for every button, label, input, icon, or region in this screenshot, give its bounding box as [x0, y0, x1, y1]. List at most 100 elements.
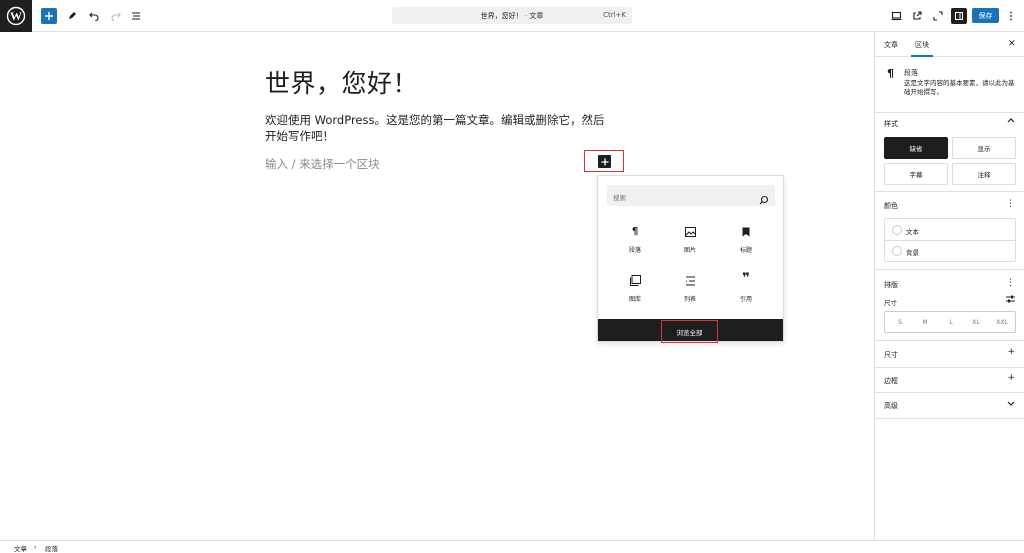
breadcrumb-paragraph[interactable]: 段落	[45, 543, 58, 553]
editor-canvas: 世界，您好！ 欢迎使用 WordPress。这是您的第一篇文章。编辑或删除它，然…	[0, 32, 874, 540]
more-vertical-icon[interactable]: ⋮	[1006, 278, 1015, 288]
color-option-background[interactable]: 背景	[885, 240, 1015, 262]
breadcrumb-separator: ›	[34, 543, 37, 551]
wordpress-logo-icon[interactable]: W	[0, 0, 32, 32]
list-icon	[670, 268, 710, 286]
color-panel: 颜色 ⋮ 文本 背景	[875, 192, 1024, 270]
settings-sidebar-toggle[interactable]	[951, 8, 967, 24]
chevron-up-icon[interactable]	[1007, 116, 1015, 126]
block-item-gallery[interactable]: 图库	[615, 268, 655, 308]
settings-sidebar: 文章 区块 ✕ ¶ 段落 这是文字内容的基本要素，请以此为基础开始撰写。 样式 …	[874, 32, 1024, 540]
advanced-panel-title: 高级	[884, 402, 898, 410]
font-size-l[interactable]: L	[938, 319, 964, 326]
heading-icon	[726, 219, 766, 237]
font-size-picker: S M L XL XXL	[884, 311, 1016, 333]
fullscreen-button[interactable]	[930, 8, 946, 24]
redo-button[interactable]	[108, 8, 124, 24]
styles-panel: 样式 缺省 显示 字幕 注释	[875, 113, 1024, 192]
advanced-panel[interactable]: 高级	[875, 393, 1024, 419]
inserter-footer: 浏览全部	[598, 319, 783, 343]
svg-text:W: W	[10, 9, 22, 23]
color-swatch	[892, 246, 902, 256]
font-size-xxl[interactable]: XXL	[989, 319, 1015, 326]
dimensions-panel[interactable]: 尺寸 +	[875, 341, 1024, 368]
gallery-icon	[615, 268, 655, 286]
block-card-description: 这是文字内容的基本要素，请以此为基础开始撰写。	[904, 79, 1015, 96]
more-vertical-icon	[1010, 11, 1012, 21]
style-annotation-button[interactable]: 注释	[952, 163, 1016, 185]
save-button[interactable]: 保存	[972, 8, 999, 23]
dimensions-panel-title: 尺寸	[884, 351, 898, 359]
block-item-label: 列表	[683, 296, 696, 303]
block-item-label: 段落	[628, 247, 641, 254]
inline-inserter-highlight	[584, 150, 624, 172]
block-item-quote[interactable]: ❞ 引用	[726, 268, 766, 308]
pen-icon	[69, 12, 76, 19]
command-shortcut: Ctrl+K	[603, 11, 626, 19]
browse-all-button[interactable]: 浏览全部	[661, 320, 718, 343]
empty-block-placeholder[interactable]: 输入 / 来选择一个区块	[265, 156, 380, 172]
paragraph-icon: ¶	[887, 67, 894, 80]
style-default-button[interactable]: 缺省	[884, 137, 948, 159]
color-option-text[interactable]: 文本	[885, 219, 1015, 241]
typography-panel: 排版 ⋮ 尺寸 S M L XL XXL	[875, 270, 1024, 341]
editor-top-toolbar: W 世界，您好！ · 文章 Ctrl+K 保存	[0, 0, 1024, 32]
paragraph-block[interactable]: 欢迎使用 WordPress。这是您的第一篇文章。编辑或删除它，然后开始写作吧！	[265, 112, 610, 144]
block-card-title: 段落	[904, 69, 918, 77]
document-overview-button[interactable]	[128, 8, 144, 24]
block-item-label: 标题	[739, 247, 752, 254]
search-icon	[759, 190, 769, 209]
options-menu-button[interactable]	[1003, 8, 1019, 24]
image-icon	[670, 219, 710, 237]
font-size-m[interactable]: M	[912, 319, 938, 326]
close-icon[interactable]: ✕	[1008, 39, 1016, 49]
block-item-paragraph[interactable]: ¶ 段落	[615, 219, 655, 259]
paragraph-icon: ¶	[631, 226, 639, 237]
sidebar-icon	[955, 12, 963, 20]
color-option-label: 文本	[906, 228, 919, 236]
border-panel[interactable]: 边框 +	[875, 368, 1024, 393]
color-panel-title: 颜色	[884, 202, 898, 210]
list-view-icon	[132, 12, 140, 20]
inline-add-block-button[interactable]	[598, 155, 611, 168]
font-size-s[interactable]: S	[887, 319, 913, 326]
breadcrumb-post[interactable]: 文章	[14, 543, 27, 553]
tab-post[interactable]: 文章	[884, 40, 898, 50]
more-vertical-icon[interactable]: ⋮	[1006, 199, 1015, 209]
font-size-label: 尺寸	[884, 299, 897, 307]
settings-sliders-icon[interactable]	[1006, 295, 1015, 306]
view-post-button[interactable]	[909, 8, 925, 24]
quick-inserter-popover: 搜索 ¶ 段落 图片 标题 图库 列表 ❞ 引用 浏览全部	[597, 175, 784, 343]
preview-button[interactable]	[888, 8, 904, 24]
undo-button[interactable]	[86, 8, 102, 24]
font-size-xl[interactable]: XL	[963, 319, 989, 326]
block-item-label: 图库	[628, 296, 641, 303]
block-item-label: 引用	[739, 296, 752, 303]
command-palette-bar[interactable]: 世界，您好！ · 文章 Ctrl+K	[392, 7, 632, 24]
styles-panel-title: 样式	[884, 120, 898, 128]
block-item-list[interactable]: 列表	[670, 268, 710, 308]
quote-icon: ❞	[742, 271, 750, 286]
color-options-list: 文本 背景	[884, 218, 1016, 262]
block-card: ¶ 段落 这是文字内容的基本要素，请以此为基础开始撰写。	[875, 57, 1024, 113]
chevron-down-icon[interactable]	[1007, 400, 1015, 410]
color-swatch	[892, 225, 902, 235]
plus-icon	[45, 12, 53, 20]
style-subtitle-button[interactable]: 字幕	[884, 163, 948, 185]
block-item-image[interactable]: 图片	[670, 219, 710, 259]
search-placeholder: 搜索	[613, 194, 626, 202]
block-item-heading[interactable]: 标题	[726, 219, 766, 259]
add-block-button[interactable]	[41, 8, 57, 24]
plus-icon[interactable]: +	[1007, 347, 1015, 357]
plus-icon	[601, 158, 608, 165]
border-panel-title: 边框	[884, 377, 898, 385]
tools-pen-button[interactable]	[64, 8, 80, 24]
block-search-input[interactable]: 搜索	[607, 185, 775, 206]
style-display-button[interactable]: 显示	[952, 137, 1016, 159]
post-title[interactable]: 世界，您好！	[265, 64, 418, 100]
external-link-icon	[913, 11, 922, 20]
plus-icon[interactable]: +	[1007, 373, 1015, 383]
breadcrumb: 文章 › 段落	[0, 540, 1024, 553]
tab-block[interactable]: 区块	[911, 40, 933, 57]
desktop-icon	[891, 11, 901, 21]
